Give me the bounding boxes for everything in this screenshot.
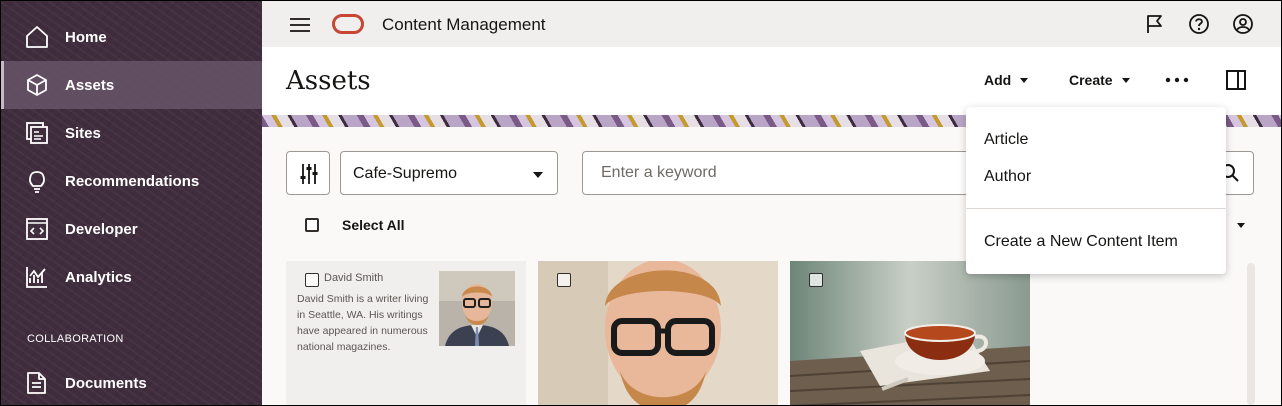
chevron-down-icon [1121, 77, 1130, 83]
create-dropdown-menu: Article Author Create a New Content Item [966, 107, 1226, 274]
scrollbar[interactable] [1247, 263, 1255, 405]
sidebar-item-home[interactable]: Home [1, 13, 262, 61]
asset-card[interactable] [790, 261, 1030, 405]
tea-cup-photo [790, 261, 1030, 405]
sidebar-item-developer[interactable]: Developer [1, 205, 262, 253]
sidebar-item-assets[interactable]: Assets [1, 61, 262, 109]
code-window-icon [26, 218, 48, 240]
sidebar-section-label: COLLABORATION [27, 333, 124, 345]
chevron-down-icon[interactable] [1237, 223, 1245, 228]
asset-card[interactable] [538, 261, 778, 405]
more-icon[interactable] [1165, 76, 1189, 84]
page-title: Assets [286, 66, 371, 96]
sidebar-item-recommendations[interactable]: Recommendations [1, 157, 262, 205]
sidebar-item-analytics[interactable]: Analytics [1, 253, 262, 301]
panel-icon[interactable] [1225, 69, 1247, 91]
flag-icon[interactable] [1144, 13, 1166, 35]
filter-button[interactable] [286, 151, 330, 195]
sidebar-item-label: Developer [65, 220, 138, 238]
select-all-label: Select All [342, 217, 405, 233]
sidebar-item-label: Analytics [65, 268, 132, 286]
repository-select-value: Cafe-Supremo [353, 165, 458, 182]
add-button[interactable]: Add [984, 72, 1029, 88]
menu-icon[interactable] [290, 15, 310, 33]
sidebar-item-label: Documents [65, 374, 147, 392]
document-icon [27, 372, 46, 394]
menu-item-create-new-content[interactable]: Create a New Content Item [984, 233, 1178, 251]
sidebar-item-label: Assets [65, 76, 115, 94]
chevron-down-icon [533, 172, 543, 178]
card-description: David Smith is a writer living in Seattl… [297, 293, 429, 353]
app-frame: Home Assets Sites Recommendations Develo… [1, 1, 1281, 405]
menu-item-article[interactable]: Article [984, 131, 1028, 149]
create-button[interactable]: Create [1069, 72, 1130, 88]
sidebar-item-label: Home [65, 28, 107, 46]
author-thumbnail [439, 271, 515, 346]
user-icon[interactable] [1232, 13, 1254, 35]
chevron-down-icon [1020, 77, 1029, 83]
menu-item-author[interactable]: Author [984, 168, 1031, 186]
select-all-checkbox[interactable] [305, 218, 319, 232]
card-title: David Smith [324, 272, 384, 284]
asset-card[interactable]: David Smith David Smith is a writer livi… [286, 261, 526, 405]
sidebar-item-label: Recommendations [65, 172, 200, 190]
sidebar-item-sites[interactable]: Sites [1, 109, 262, 157]
sidebar-item-label: Sites [65, 124, 101, 142]
oracle-logo [332, 14, 364, 34]
card-checkbox[interactable] [809, 273, 823, 287]
top-bar: Content Management [262, 1, 1281, 47]
menu-divider [966, 208, 1226, 209]
help-icon[interactable] [1188, 13, 1210, 35]
card-checkbox[interactable] [305, 273, 319, 287]
filter-icon [300, 164, 318, 184]
man-photo [538, 261, 778, 405]
sites-icon [26, 122, 48, 144]
lightbulb-icon [29, 171, 45, 193]
page-header: Assets Add Create [262, 47, 1281, 115]
card-checkbox[interactable] [557, 273, 571, 287]
create-button-label: Create [1069, 72, 1113, 88]
chart-icon [26, 267, 47, 288]
repository-select[interactable]: Cafe-Supremo [340, 151, 558, 195]
sidebar: Home Assets Sites Recommendations Develo… [1, 1, 262, 405]
cube-icon [27, 74, 47, 96]
app-title: Content Management [382, 15, 546, 34]
sidebar-item-documents[interactable]: Documents [1, 359, 262, 405]
add-button-label: Add [984, 72, 1012, 88]
home-icon [26, 26, 48, 48]
